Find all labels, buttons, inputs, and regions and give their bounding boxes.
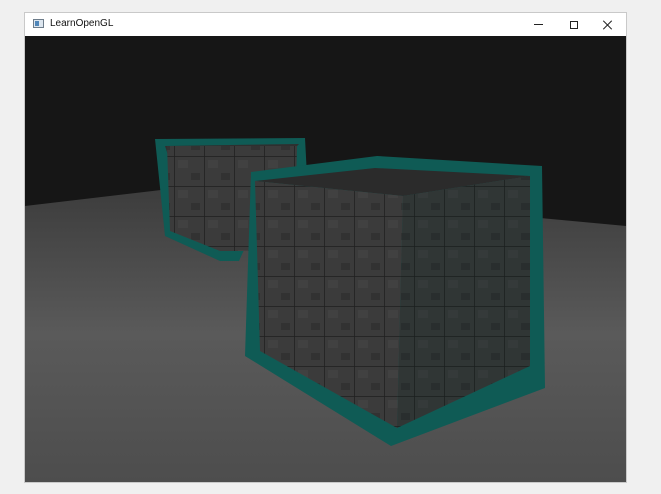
maximize-button[interactable] [557,13,591,36]
scene-render [25,36,626,482]
close-button[interactable] [591,13,625,36]
minimize-button[interactable] [521,13,555,36]
opengl-viewport[interactable] [25,36,626,482]
close-icon [603,20,613,30]
app-window: LearnOpenGL [25,13,626,482]
app-icon [33,19,44,28]
title-bar[interactable]: LearnOpenGL [25,13,626,36]
minimize-icon [533,24,543,25]
window-title: LearnOpenGL [50,18,114,29]
maximize-icon [570,20,578,29]
